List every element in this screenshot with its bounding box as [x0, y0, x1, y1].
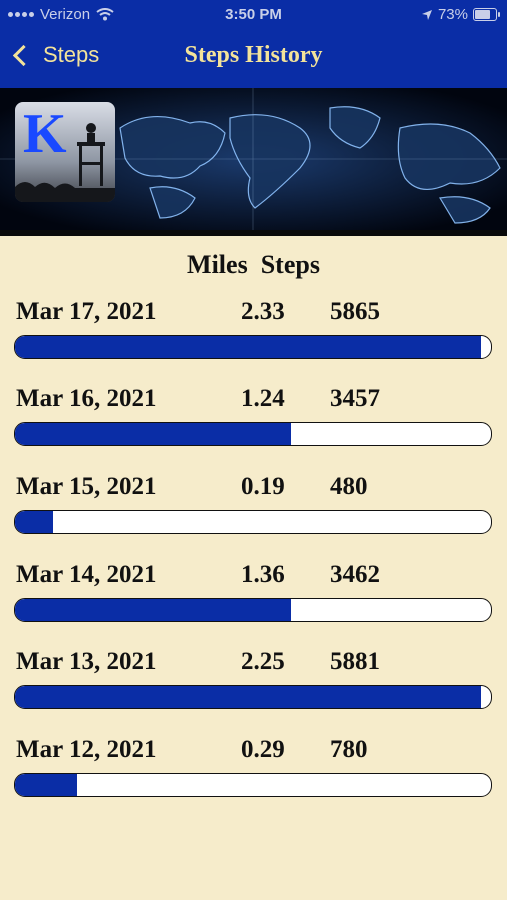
entry-date: Mar 17, 2021	[16, 298, 157, 325]
history-row: Mar 17, 2021 2.33 5865	[0, 298, 507, 378]
world-map-banner: K	[0, 88, 507, 236]
steps-header: Steps	[260, 250, 320, 279]
history-row: Mar 12, 2021 0.29 780	[0, 736, 507, 816]
entry-miles: 1.24	[241, 385, 285, 412]
progress-fill	[15, 686, 482, 708]
entry-miles: 0.19	[241, 473, 285, 500]
progress-bar	[14, 510, 492, 534]
progress-bar	[14, 685, 492, 709]
progress-fill	[15, 423, 292, 445]
entry-steps: 780	[330, 736, 368, 763]
entry-steps: 480	[330, 473, 368, 500]
entry-date: Mar 14, 2021	[16, 561, 157, 588]
page-title: Steps History	[184, 42, 323, 68]
entry-miles: 2.33	[241, 298, 285, 325]
entry-date: Mar 15, 2021	[16, 473, 157, 500]
history-row: Mar 16, 2021 1.24 3457	[0, 385, 507, 465]
progress-fill	[15, 511, 54, 533]
entry-date: Mar 12, 2021	[16, 736, 157, 763]
progress-fill	[15, 599, 292, 621]
entry-date: Mar 13, 2021	[16, 648, 157, 675]
progress-bar	[14, 335, 492, 359]
history-content: Miles Steps Mar 17, 2021 2.33 5865 Mar 1…	[0, 236, 507, 900]
progress-bar	[14, 422, 492, 446]
progress-bar	[14, 773, 492, 797]
progress-fill	[15, 774, 77, 796]
entry-miles: 2.25	[241, 648, 285, 675]
entry-miles: 1.36	[241, 561, 285, 588]
top-bar: Verizon 3:50 PM 73% Steps Steps History	[0, 0, 507, 88]
progress-bar	[14, 598, 492, 622]
battery-percent: 73%	[437, 6, 468, 23]
status-bar: Verizon 3:50 PM 73%	[0, 0, 507, 30]
logo-letter: K	[23, 103, 67, 165]
entry-miles: 0.29	[241, 736, 285, 763]
entry-steps: 3462	[330, 561, 380, 588]
entry-date: Mar 16, 2021	[16, 385, 157, 412]
history-row: Mar 15, 2021 0.19 480	[0, 473, 507, 553]
entry-steps: 5865	[330, 298, 380, 325]
app-logo: K	[15, 102, 115, 202]
history-row: Mar 13, 2021 2.25 5881	[0, 648, 507, 728]
progress-fill	[15, 336, 482, 358]
column-headers: Miles Steps	[0, 250, 507, 280]
entry-steps: 3457	[330, 385, 380, 412]
navigation-bar: Steps Steps History	[0, 30, 507, 88]
miles-header: Miles	[187, 250, 248, 279]
location-icon	[421, 9, 432, 20]
history-row: Mar 14, 2021 1.36 3462	[0, 561, 507, 641]
status-right: 73%	[421, 6, 500, 23]
battery-icon	[473, 8, 500, 21]
entry-steps: 5881	[330, 648, 380, 675]
